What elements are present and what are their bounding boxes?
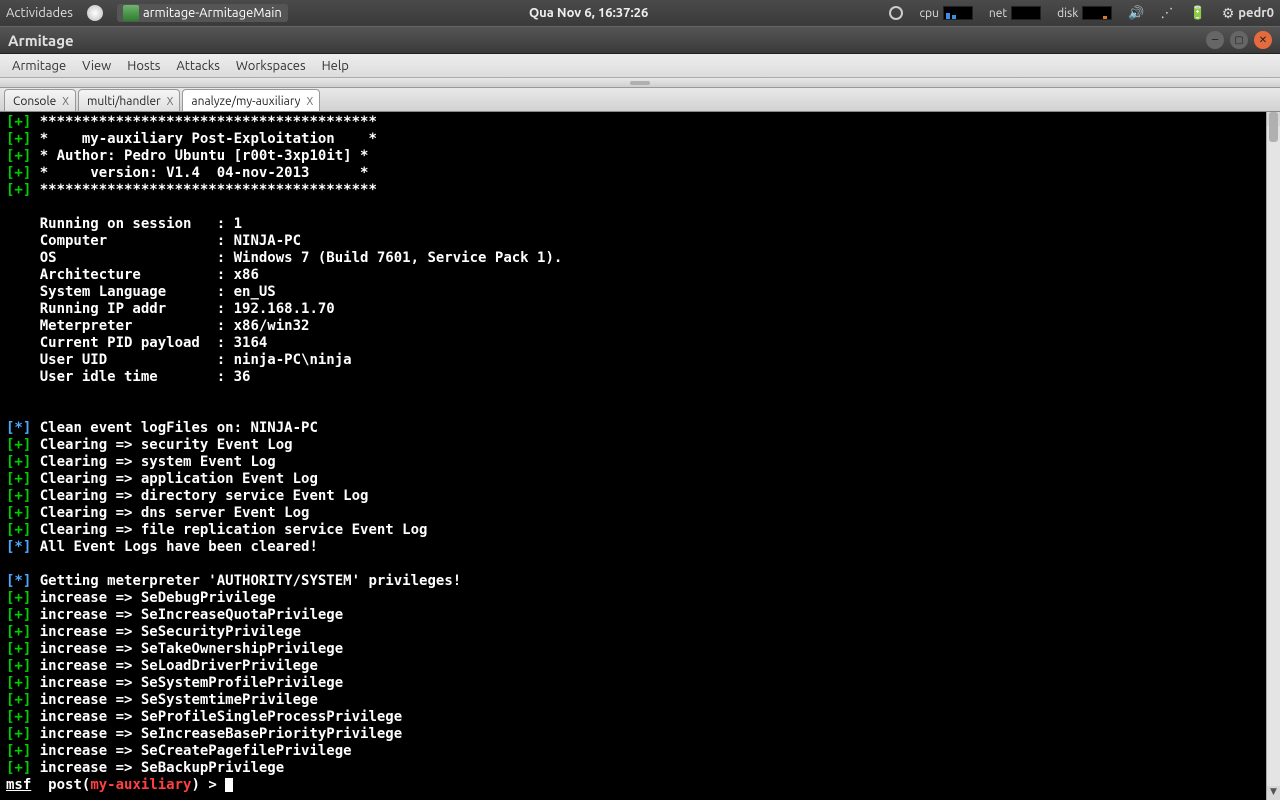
menu-hosts[interactable]: Hosts (121, 57, 166, 75)
maximize-button[interactable]: ▢ (1230, 31, 1248, 49)
menu-bar: Armitage View Hosts Attacks Workspaces H… (0, 54, 1280, 78)
console-scrollbar[interactable]: ▲ ▼ (1266, 112, 1280, 800)
menu-armitage[interactable]: Armitage (6, 57, 72, 75)
scroll-thumb[interactable] (1269, 112, 1278, 142)
taskbar-app[interactable]: armitage-ArmitageMain (117, 4, 288, 22)
menu-help[interactable]: Help (316, 57, 355, 75)
close-button[interactable]: ✕ (1254, 31, 1272, 49)
close-icon[interactable]: X (62, 96, 69, 108)
battery-icon[interactable]: 🔋 (1190, 6, 1206, 21)
close-icon[interactable]: X (306, 96, 313, 108)
net-indicator[interactable]: net (989, 6, 1041, 20)
menu-view[interactable]: View (76, 57, 117, 75)
top-panel: Actividades armitage-ArmitageMain Qua No… (0, 0, 1280, 26)
armitage-icon (123, 5, 139, 21)
taskbar-title: armitage-ArmitageMain (143, 6, 282, 20)
tab-console[interactable]: ConsoleX (4, 89, 76, 111)
window-titlebar[interactable]: Armitage ─ ▢ ✕ (0, 26, 1280, 54)
wifi-icon[interactable]: ⋰ (1161, 6, 1174, 21)
tab-multi-handler[interactable]: multi/handlerX (78, 89, 180, 111)
activities-button[interactable]: Actividades (6, 6, 73, 20)
console-output[interactable]: [+] ************************************… (0, 112, 1266, 800)
window-title: Armitage (8, 32, 1206, 49)
tab-bar: ConsoleX multi/handlerX analyze/my-auxil… (0, 88, 1280, 112)
panel-clock[interactable]: Qua Nov 6, 16:37:26 (300, 6, 878, 20)
gear-icon: ⚙ (1222, 5, 1235, 22)
close-icon[interactable]: X (167, 96, 174, 108)
tab-my-auxiliary[interactable]: analyze/my-auxiliaryX (182, 89, 320, 111)
ubuntu-icon[interactable] (87, 5, 103, 21)
menu-attacks[interactable]: Attacks (170, 57, 226, 75)
split-handle[interactable] (0, 78, 1280, 88)
accessibility-icon[interactable] (889, 6, 903, 20)
user-menu[interactable]: ⚙pedr0 (1222, 5, 1274, 22)
text-cursor (225, 778, 233, 792)
volume-icon[interactable]: 🔊 (1128, 6, 1144, 21)
cpu-indicator[interactable]: cpu (919, 6, 972, 20)
scroll-down-icon[interactable]: ▼ (1267, 786, 1280, 800)
menu-workspaces[interactable]: Workspaces (230, 57, 312, 75)
minimize-button[interactable]: ─ (1206, 31, 1224, 49)
disk-indicator[interactable]: disk (1057, 6, 1112, 20)
